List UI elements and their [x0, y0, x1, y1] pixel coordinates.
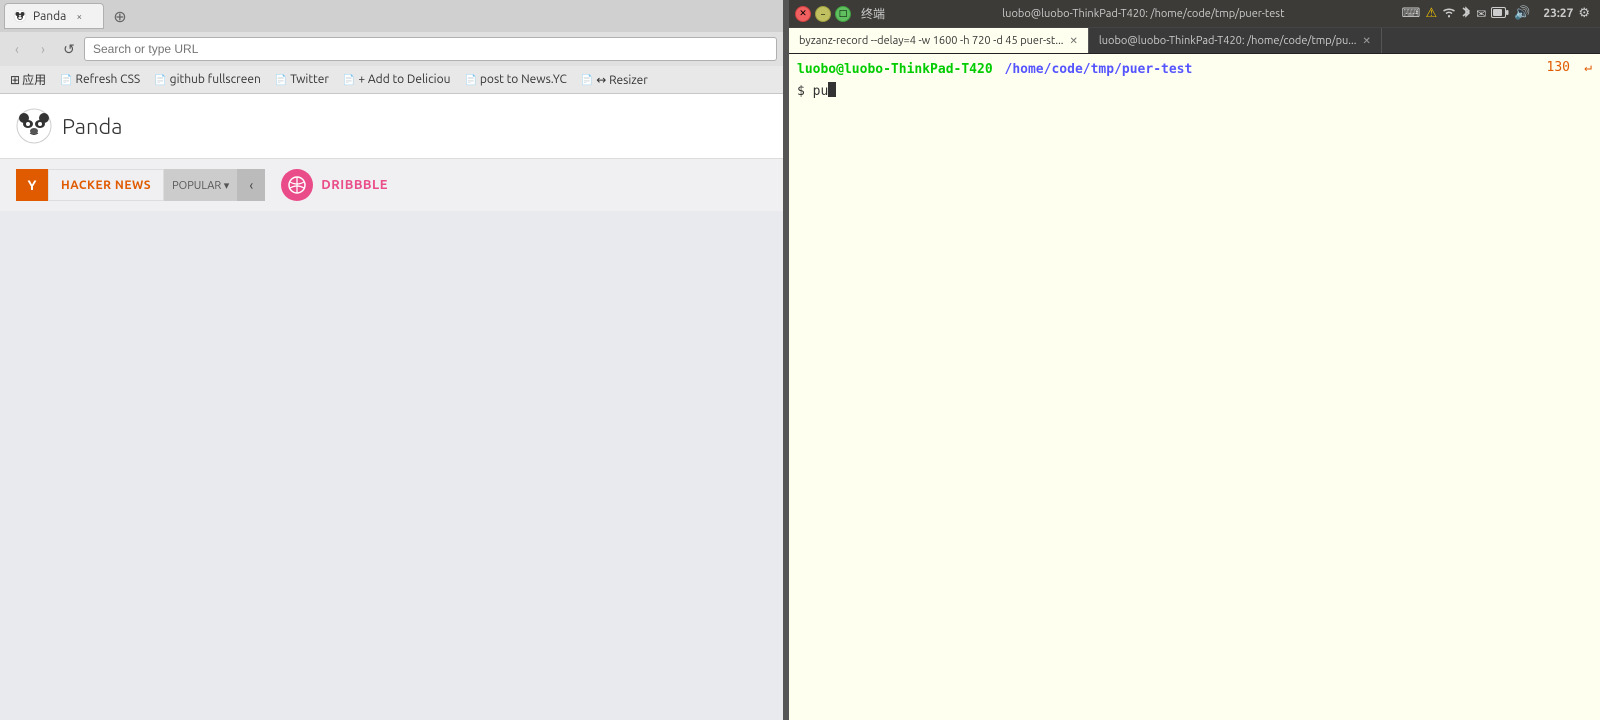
dribbble-icon — [281, 169, 313, 201]
terminal-window-title: luobo@luobo-ThinkPad-T420: /home/code/tm… — [885, 8, 1402, 20]
terminal-user-host: luobo@luobo-ThinkPad-T420 — [797, 60, 993, 80]
tab-label: Panda — [33, 10, 66, 23]
apps-label: 应用 — [22, 71, 46, 88]
panda-favicon — [13, 9, 27, 23]
terminal-tab-2-label: luobo@luobo-ThinkPad-T420: /home/code/tm… — [1099, 35, 1357, 47]
back-button[interactable]: ‹ — [6, 38, 28, 60]
dribbble-section[interactable]: DRIBBBLE — [281, 169, 388, 201]
warning-tray-icon: ⚠ — [1425, 6, 1437, 21]
back-icon: ‹ — [15, 41, 19, 57]
apps-grid-icon: ⊞ — [10, 73, 20, 87]
reload-button[interactable]: ↺ — [58, 38, 80, 60]
terminal-prompt-line: luobo@luobo-ThinkPad-T420 /home/code/tmp… — [797, 60, 1592, 80]
section-navigation: Y HACKER NEWS POPULAR ▾ ‹ — [0, 159, 783, 211]
bookmark-twitter[interactable]: 📄 Twitter — [269, 71, 335, 88]
wifi-tray-icon — [1442, 6, 1456, 21]
terminal-panel: ✕ − □ 终端 luobo@luobo-ThinkPad-T420: /hom… — [789, 0, 1600, 720]
bookmark-icon: 📄 — [343, 74, 355, 86]
terminal-tab-2-close[interactable]: ✕ — [1362, 35, 1370, 47]
bookmark-label: github fullscreen — [170, 73, 261, 86]
system-tray: ⌨ ⚠ ✉ — [1402, 5, 1596, 22]
hacker-news-badge: Y — [16, 169, 48, 201]
dribbble-label-text: DRIBBBLE — [321, 178, 388, 192]
terminal-dollar-sign: $ — [797, 82, 813, 102]
forward-icon: › — [41, 41, 45, 57]
browser-tab-panda[interactable]: Panda × — [4, 3, 104, 29]
panel-divider[interactable] — [783, 0, 789, 720]
dribbble-ball-icon — [288, 176, 306, 194]
battery-tray-icon — [1491, 7, 1509, 21]
line-number-indicator: 130 — [1547, 60, 1570, 75]
terminal-command-text: pu — [813, 82, 829, 102]
minimize-icon: − — [820, 9, 825, 19]
terminal-close-button[interactable]: ✕ — [795, 6, 811, 22]
address-bar-input[interactable] — [84, 37, 777, 61]
bookmark-label: ↔ Resizer — [596, 73, 648, 87]
terminal-maximize-button[interactable]: □ — [835, 6, 851, 22]
browser-content: Panda Y HACKER NEWS POPULAR ▾ ‹ — [0, 94, 783, 720]
bookmark-label: + Add to Deliciou — [358, 73, 450, 86]
hacker-news-label: HACKER NEWS — [48, 169, 164, 201]
settings-tray-icon: ⚙ — [1578, 6, 1590, 21]
terminal-titlebar: ✕ − □ 终端 luobo@luobo-ThinkPad-T420: /hom… — [789, 0, 1600, 28]
tab-close-btn[interactable]: × — [72, 9, 86, 23]
forward-button[interactable]: › — [32, 38, 54, 60]
terminal-tabs-bar: byzanz-record --delay=4 -w 1600 -h 720 -… — [789, 28, 1600, 54]
bookmark-icon: 📄 — [60, 74, 72, 86]
volume-tray-icon: 🔊 — [1514, 6, 1530, 21]
new-tab-icon: ⊕ — [113, 7, 126, 26]
keyboard-tray-icon: ⌨ — [1402, 6, 1421, 21]
bookmark-github-fullscreen[interactable]: 📄 github fullscreen — [148, 71, 267, 88]
popular-label: POPULAR ▾ — [172, 179, 229, 192]
new-tab-button[interactable]: ⊕ — [106, 3, 134, 29]
bookmark-icon: 📄 — [275, 74, 287, 86]
panda-title: Panda — [62, 114, 122, 139]
reload-icon: ↺ — [63, 41, 75, 58]
bookmark-post-newsyc[interactable]: 📄 post to News.YC — [458, 71, 572, 88]
bookmark-icon: 📄 — [154, 74, 166, 86]
bookmarks-bar: ⊞ 应用 📄 Refresh CSS 📄 github fullscreen 📄… — [0, 66, 783, 94]
hn-y-letter: Y — [28, 177, 37, 193]
hn-label-text: HACKER NEWS — [61, 179, 151, 192]
bookmark-add-delicious[interactable]: 📄 + Add to Deliciou — [337, 71, 457, 88]
bookmark-icon: 📄 — [581, 74, 593, 86]
bluetooth-tray-icon — [1461, 5, 1471, 22]
return-arrow-indicator: ↵ — [1584, 60, 1592, 75]
navigation-bar: ‹ › ↺ — [0, 32, 783, 66]
terminal-tab-1-close[interactable]: ✕ — [1069, 35, 1077, 47]
terminal-path: /home/code/tmp/puer-test — [997, 60, 1193, 80]
terminal-command-line: $ pu — [797, 82, 1592, 102]
terminal-minimize-button[interactable]: − — [815, 6, 831, 22]
bookmark-label: Twitter — [290, 73, 329, 86]
tab-bar: Panda × ⊕ — [0, 0, 783, 32]
system-clock: 23:27 — [1535, 7, 1573, 20]
terminal-tab-1[interactable]: byzanz-record --delay=4 -w 1600 -h 720 -… — [789, 28, 1089, 53]
hacker-news-section[interactable]: Y HACKER NEWS POPULAR ▾ ‹ — [16, 169, 265, 201]
mail-tray-icon: ✉ — [1476, 7, 1486, 21]
panda-app-header: Panda — [0, 94, 783, 159]
panda-logo-icon — [16, 108, 52, 144]
close-icon: ✕ — [799, 8, 807, 19]
terminal-cursor — [828, 82, 836, 97]
dribbble-label: DRIBBBLE — [321, 178, 388, 192]
terminal-body: luobo@luobo-ThinkPad-T420 /home/code/tmp… — [789, 54, 1600, 720]
arrow-left-icon: ‹ — [249, 177, 253, 193]
bookmark-refresh-css[interactable]: 📄 Refresh CSS — [54, 71, 146, 88]
bookmark-label: Refresh CSS — [76, 73, 141, 86]
bookmark-icon: 📄 — [464, 74, 476, 86]
maximize-icon: □ — [839, 8, 848, 19]
apps-bookmark[interactable]: ⊞ 应用 — [4, 69, 52, 90]
terminal-tab-2[interactable]: luobo@luobo-ThinkPad-T420: /home/code/tm… — [1089, 28, 1382, 53]
collapse-button[interactable]: ‹ — [237, 169, 265, 201]
popular-button[interactable]: POPULAR ▾ — [164, 169, 237, 201]
browser-panel: Panda × ⊕ ‹ › ↺ ⊞ 应用 📄 Refresh CSS 📄 — [0, 0, 783, 720]
terminal-tab-1-label: byzanz-record --delay=4 -w 1600 -h 720 -… — [799, 35, 1063, 47]
terminal-app-title: 终端 — [853, 5, 885, 22]
bookmark-label: post to News.YC — [480, 73, 567, 86]
bookmark-resizer[interactable]: 📄 ↔ Resizer — [575, 71, 654, 89]
